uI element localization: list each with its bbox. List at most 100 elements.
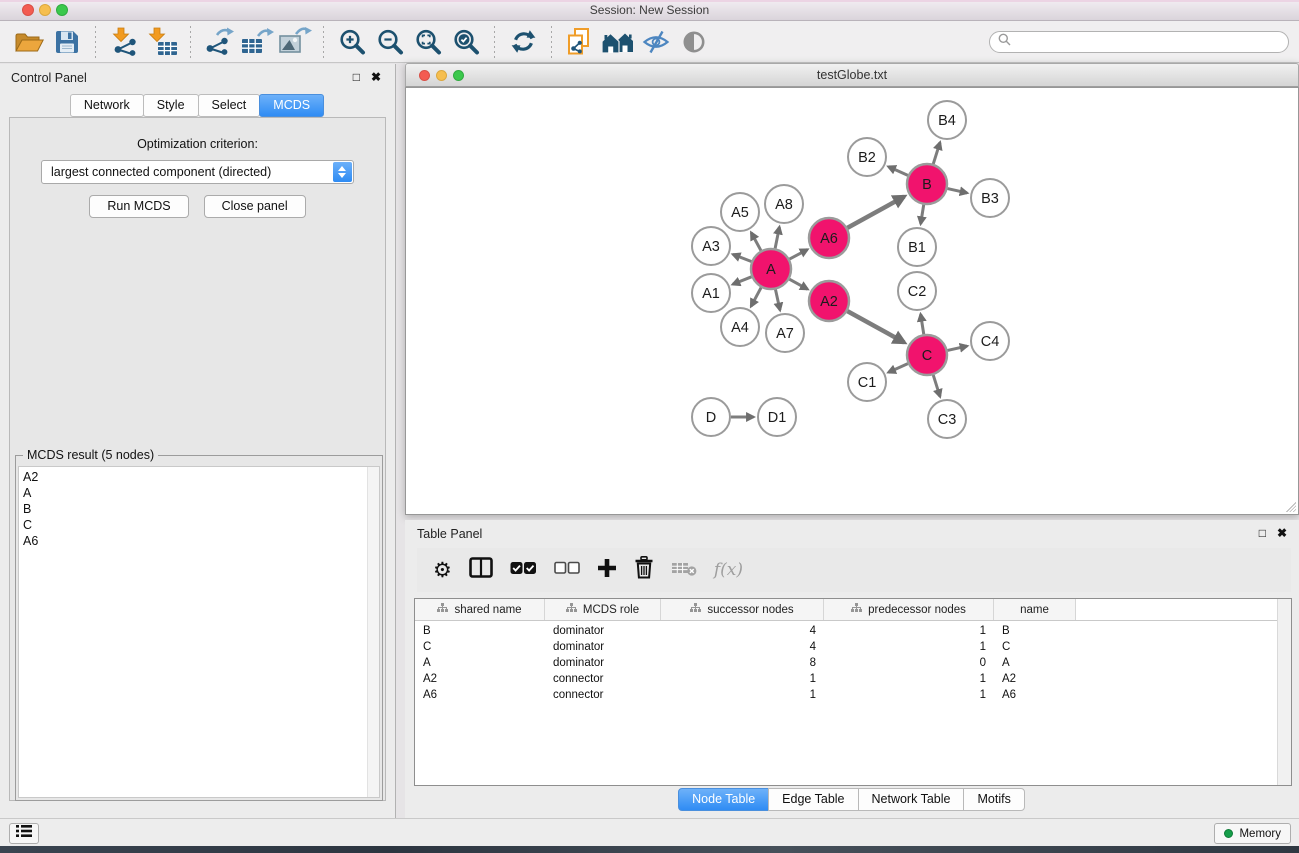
network-from-selection-button[interactable] bbox=[561, 24, 599, 60]
zoom-network-button[interactable] bbox=[453, 70, 464, 81]
search-input[interactable] bbox=[1016, 34, 1280, 50]
graph-edge-A-A6[interactable] bbox=[790, 250, 808, 260]
column-header-successor-nodes[interactable]: successor nodes bbox=[661, 599, 824, 620]
import-table-button[interactable] bbox=[143, 24, 181, 60]
import-network-button[interactable] bbox=[105, 24, 143, 60]
tab-style[interactable]: Style bbox=[143, 94, 199, 117]
graph-edge-A-A2[interactable] bbox=[789, 279, 807, 289]
mcds-result-item[interactable]: A2 bbox=[19, 469, 379, 485]
column-header-MCDS-role[interactable]: MCDS role bbox=[545, 599, 661, 620]
zoom-selected-button[interactable] bbox=[447, 24, 485, 60]
table-cell[interactable]: B bbox=[994, 625, 1076, 637]
table-cell[interactable]: C bbox=[994, 641, 1076, 653]
table-cell[interactable]: 8 bbox=[661, 657, 824, 669]
delete-row-button[interactable] bbox=[634, 556, 654, 584]
column-header-name[interactable]: name bbox=[994, 599, 1076, 620]
graph-edge-A-A4[interactable] bbox=[751, 288, 761, 307]
close-panel-button[interactable]: Close panel bbox=[204, 195, 306, 218]
graph-edge-A2-C[interactable] bbox=[847, 311, 904, 342]
table-cell[interactable]: A bbox=[415, 657, 545, 669]
show-details-button[interactable] bbox=[675, 24, 713, 60]
export-image-button[interactable] bbox=[276, 24, 314, 60]
table-cell[interactable]: 1 bbox=[661, 689, 824, 701]
float-table-panel-icon[interactable]: □ bbox=[1259, 526, 1266, 540]
table-cell[interactable]: 1 bbox=[824, 625, 994, 637]
table-cell[interactable]: dominator bbox=[545, 641, 661, 653]
graph-edge-C-C2[interactable] bbox=[921, 314, 924, 334]
table-cell[interactable]: 4 bbox=[661, 641, 824, 653]
table-cell[interactable]: A6 bbox=[994, 689, 1076, 701]
mcds-result-item[interactable]: B bbox=[19, 501, 379, 517]
network-canvas[interactable]: B4B2BB3A8A5A6A3B1AC2A1A2A4A7C4CC1C3DD1 bbox=[405, 87, 1299, 515]
table-cell[interactable]: C bbox=[415, 641, 545, 653]
home-button[interactable] bbox=[599, 24, 637, 60]
search-field[interactable] bbox=[989, 31, 1289, 53]
graph-edge-A-A3[interactable] bbox=[733, 254, 751, 261]
select-all-columns-button[interactable] bbox=[510, 561, 537, 580]
mcds-result-item[interactable]: C bbox=[19, 517, 379, 533]
graph-edge-A-A8[interactable] bbox=[775, 227, 779, 248]
table-cell[interactable]: connector bbox=[545, 689, 661, 701]
list-scrollbar[interactable] bbox=[367, 467, 379, 797]
table-cell[interactable]: 1 bbox=[824, 673, 994, 685]
run-mcds-button[interactable]: Run MCDS bbox=[89, 195, 188, 218]
table-row[interactable]: Cdominator41C bbox=[415, 639, 1278, 655]
mcds-result-list[interactable]: A2ABCA6 bbox=[18, 466, 380, 798]
resize-grip[interactable] bbox=[1284, 500, 1296, 512]
tab-edge-table[interactable]: Edge Table bbox=[768, 788, 858, 811]
tab-select[interactable]: Select bbox=[198, 94, 261, 117]
close-table-panel-icon[interactable]: ✖ bbox=[1277, 526, 1287, 540]
graph-edge-A-A1[interactable] bbox=[733, 277, 752, 284]
graph-edge-A6-B[interactable] bbox=[847, 197, 904, 228]
table-cell[interactable]: A2 bbox=[415, 673, 545, 685]
table-cell[interactable]: B bbox=[415, 625, 545, 637]
column-header-predecessor-nodes[interactable]: predecessor nodes bbox=[824, 599, 994, 620]
table-cell[interactable]: 1 bbox=[661, 673, 824, 685]
network-window-titlebar[interactable]: testGlobe.txt bbox=[405, 63, 1299, 87]
task-history-button[interactable] bbox=[9, 823, 39, 844]
save-session-button[interactable] bbox=[48, 24, 86, 60]
tab-mcds[interactable]: MCDS bbox=[259, 94, 324, 117]
close-panel-icon[interactable]: ✖ bbox=[371, 70, 381, 84]
table-cell[interactable]: A6 bbox=[415, 689, 545, 701]
tab-network-table[interactable]: Network Table bbox=[858, 788, 965, 811]
optimization-criterion-select[interactable]: largest connected component (directed) bbox=[41, 160, 354, 184]
table-cell[interactable]: A2 bbox=[994, 673, 1076, 685]
mcds-result-item[interactable]: A6 bbox=[19, 533, 379, 549]
hide-details-button[interactable] bbox=[637, 24, 675, 60]
add-column-button[interactable] bbox=[597, 558, 617, 583]
tab-network[interactable]: Network bbox=[70, 94, 144, 117]
table-row[interactable]: Bdominator41B bbox=[415, 623, 1278, 639]
mcds-result-item[interactable]: A bbox=[19, 485, 379, 501]
table-cell[interactable]: 0 bbox=[824, 657, 994, 669]
tab-node-table[interactable]: Node Table bbox=[678, 788, 769, 811]
table-cell[interactable]: connector bbox=[545, 673, 661, 685]
open-session-button[interactable] bbox=[10, 24, 48, 60]
refresh-button[interactable] bbox=[504, 24, 542, 60]
zoom-fit-button[interactable] bbox=[409, 24, 447, 60]
close-window-button[interactable] bbox=[22, 4, 34, 16]
zoom-window-button[interactable] bbox=[56, 4, 68, 16]
column-header-shared-name[interactable]: shared name bbox=[415, 599, 545, 620]
graph-edge-C-C4[interactable] bbox=[947, 346, 967, 350]
table-cell[interactable]: A bbox=[994, 657, 1076, 669]
table-cell[interactable]: 1 bbox=[824, 641, 994, 653]
minimize-window-button[interactable] bbox=[39, 4, 51, 16]
memory-button[interactable]: Memory bbox=[1214, 823, 1291, 844]
export-table-button[interactable] bbox=[238, 24, 276, 60]
minimize-network-button[interactable] bbox=[436, 70, 447, 81]
export-network-button[interactable] bbox=[200, 24, 238, 60]
zoom-out-button[interactable] bbox=[371, 24, 409, 60]
table-cell[interactable]: 1 bbox=[824, 689, 994, 701]
graph-edge-A-A5[interactable] bbox=[751, 233, 761, 251]
graph-edge-A-A7[interactable] bbox=[775, 290, 779, 311]
table-settings-button[interactable]: ⚙ bbox=[433, 560, 452, 581]
graph-edge-C-C3[interactable] bbox=[933, 375, 940, 397]
float-panel-icon[interactable]: □ bbox=[353, 70, 360, 84]
graph-edge-B-B2[interactable] bbox=[888, 167, 907, 176]
table-cell[interactable]: dominator bbox=[545, 657, 661, 669]
table-row[interactable]: A2connector11A2 bbox=[415, 671, 1278, 687]
function-builder-button[interactable]: f(x) bbox=[714, 560, 743, 580]
graph-edge-C-C1[interactable] bbox=[888, 364, 907, 373]
split-columns-button[interactable] bbox=[469, 557, 493, 583]
